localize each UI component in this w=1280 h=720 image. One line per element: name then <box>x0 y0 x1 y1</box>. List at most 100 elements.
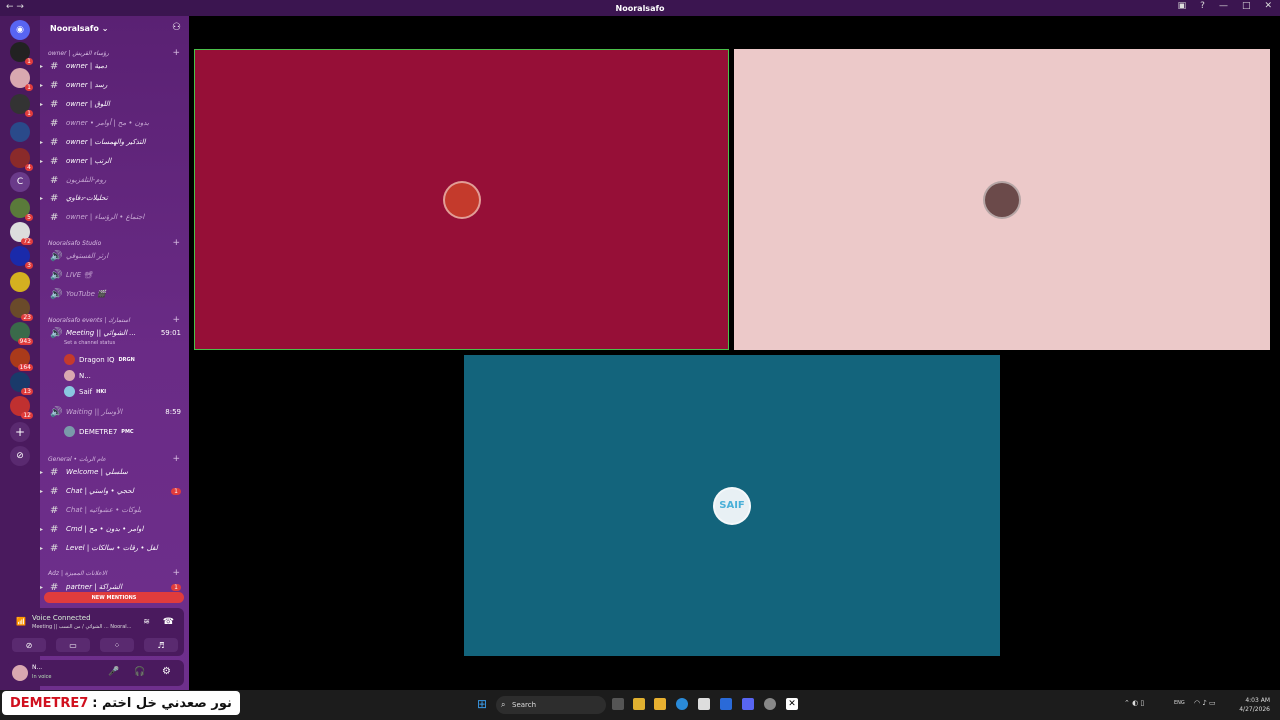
channel-item[interactable]: ▸ # owner | دمية <box>40 57 189 75</box>
channel-item[interactable]: ▸ # Welcome | سلسلي <box>40 463 189 481</box>
chevron-right-icon: ▸ <box>40 487 44 495</box>
user-panel: N... In voice 🎤 🎧 ⚙ <box>8 660 184 686</box>
close-button[interactable]: ✕ <box>1264 1 1272 11</box>
voice-channel[interactable]: Meeting || الشوائي / من النسب ... Nooral… <box>32 624 131 630</box>
channel-category[interactable]: Adz | الاعلانات المميزة + <box>48 568 188 578</box>
unread-badge: 1 <box>171 487 181 495</box>
channel-category[interactable]: Nooralsafo Studio + <box>48 238 188 248</box>
channel-item[interactable]: # روم-التلفزيون <box>40 171 189 189</box>
channel-item[interactable]: 🔊 LIVE 📽 <box>40 266 189 284</box>
discover-icon[interactable]: ⊘ <box>10 446 30 466</box>
channel-item[interactable]: ▸ # Level | لفل • رقات • سالكات <box>40 539 189 557</box>
channel-item[interactable]: ▸ # تحليلات-دفاوي <box>40 189 189 207</box>
voice-member[interactable]: N... <box>64 370 95 381</box>
channel-item[interactable]: 🔊 Waiting || الأوسار 8:59 <box>40 403 189 421</box>
video-off-button[interactable]: ⊘ <box>12 638 46 652</box>
server-icon[interactable]: 1 <box>10 68 33 91</box>
server-icon[interactable]: 12 <box>10 396 33 419</box>
server-icon[interactable]: 943 <box>10 322 33 345</box>
server-icon[interactable]: C <box>10 172 30 192</box>
capcut-icon[interactable]: ✕ <box>786 698 798 710</box>
channel-item[interactable]: 🔊 YouTube 🎬 <box>40 285 189 303</box>
avatar[interactable] <box>12 665 28 681</box>
server-icon[interactable] <box>10 272 30 292</box>
channel-item[interactable]: ▸ # owner | اللوق <box>40 95 189 113</box>
channel-category[interactable]: General • عام الربات + <box>48 454 188 464</box>
add-member-icon[interactable]: ⚇ <box>172 22 181 33</box>
edge-icon[interactable] <box>676 698 688 710</box>
channel-category[interactable]: Nooralsafo events | استمارك + <box>48 315 188 325</box>
voice-member[interactable]: DEMETRE7 PMC <box>64 426 134 437</box>
channel-name: owner | الرتب <box>66 157 112 165</box>
file-explorer-icon[interactable] <box>654 698 666 710</box>
server-name: Nooralsafo <box>50 23 99 33</box>
discord-icon[interactable] <box>742 698 754 710</box>
voice-member[interactable]: Saif HKI <box>64 386 106 397</box>
microphone-icon[interactable]: 🎤 <box>108 667 119 677</box>
server-icon[interactable]: 4 <box>10 148 33 171</box>
server-icon[interactable]: 72 <box>10 222 33 245</box>
server-icon[interactable]: 23 <box>10 298 33 321</box>
copilot-icon[interactable] <box>633 698 645 710</box>
speaker-icon: 🔊 <box>50 327 63 339</box>
channel-item[interactable]: 🔊 ارثر الفستوفي <box>40 247 189 265</box>
add-server-icon[interactable]: + <box>10 422 30 442</box>
add-channel-icon[interactable]: + <box>172 568 180 578</box>
server-icon[interactable]: 5 <box>10 198 33 221</box>
search-icon: ⌕ <box>501 700 506 709</box>
tray-icons[interactable]: ⌃ ◐ ▯ <box>1124 699 1144 707</box>
search-input[interactable]: ⌕ Search <box>496 696 606 714</box>
server-icon[interactable] <box>10 122 30 142</box>
channel-item[interactable]: # owner • بدون • مح | أوامر <box>40 114 189 132</box>
server-header[interactable]: Nooralsafo ⌄ ⚇ <box>40 16 189 40</box>
minimize-button[interactable]: — <box>1219 1 1228 11</box>
speaker-icon: 🔊 <box>50 406 63 418</box>
activities-button[interactable]: ⁘ <box>100 638 134 652</box>
server-icon[interactable]: 164 <box>10 348 33 371</box>
video-tile[interactable] <box>734 49 1270 350</box>
network-icon[interactable]: ◠ ♪ ▭ <box>1194 699 1216 707</box>
soundboard-button[interactable]: ♬ <box>144 638 178 652</box>
gear-icon[interactable]: ⚙ <box>162 666 171 677</box>
channel-name: Cmd | اوامر • بدون • مح <box>66 525 144 533</box>
server-icon[interactable]: 1 <box>10 94 33 117</box>
discord-home-icon[interactable]: ◉ <box>10 20 30 40</box>
channel-status[interactable]: Set a channel status <box>64 340 115 346</box>
screen-share-button[interactable]: ▭ <box>56 638 90 652</box>
hash-icon: # <box>50 136 59 148</box>
channel-name: Welcome | سلسلي <box>66 468 128 476</box>
task-view-icon[interactable] <box>612 698 624 710</box>
category-label: Nooralsafo Studio <box>48 240 102 247</box>
channel-item[interactable]: # owner | اجتماع • الرؤساء <box>40 208 189 226</box>
voice-member[interactable]: Dragon IQ DRGN <box>64 354 135 365</box>
store-icon[interactable] <box>698 698 710 710</box>
back-icon[interactable]: ← → <box>6 2 24 12</box>
video-tile[interactable] <box>194 49 729 350</box>
server-icon[interactable]: 3 <box>10 246 33 269</box>
inbox-icon[interactable]: ▣ <box>1178 1 1187 11</box>
channel-item[interactable]: # Chat | بلوكات • عشوائيه <box>40 501 189 519</box>
server-icon[interactable]: 13 <box>10 372 33 395</box>
windows-start-icon[interactable]: ⊞ <box>476 697 488 711</box>
channel-name: Chat | لحجي • واستي <box>66 487 134 495</box>
server-icon[interactable]: 1 <box>10 42 33 65</box>
chrome-icon[interactable] <box>764 698 776 710</box>
channel-item[interactable]: ▸ # owner | الرتب <box>40 152 189 170</box>
new-mentions-pill[interactable]: NEW MENTIONS <box>44 592 184 603</box>
help-icon[interactable]: ? <box>1200 1 1205 11</box>
channel-item[interactable]: ▸ # owner | رسد <box>40 76 189 94</box>
mail-icon[interactable] <box>720 698 732 710</box>
channel-category[interactable]: owner | رؤساء القريش + <box>48 48 188 58</box>
video-tile[interactable]: SAIF <box>464 355 1000 656</box>
clock[interactable]: 4:03 AM 4/27/2026 <box>1239 696 1270 714</box>
channel-item[interactable]: ▸ # Cmd | اوامر • بدون • مح <box>40 520 189 538</box>
signal-icon[interactable]: 📶 <box>16 617 26 626</box>
headphones-icon[interactable]: 🎧 <box>134 667 145 677</box>
language[interactable]: ENG <box>1174 700 1185 706</box>
disconnect-icon[interactable]: ☎ <box>163 617 174 627</box>
maximize-button[interactable]: □ <box>1242 1 1251 11</box>
noise-icon[interactable]: ≋ <box>143 617 150 626</box>
channel-item[interactable]: ▸ # Chat | لحجي • واستي 1 <box>40 482 189 500</box>
channel-item[interactable]: ▸ # owner | التذكير والهمسات <box>40 133 189 151</box>
channel-timer: 59:01 <box>160 329 181 337</box>
